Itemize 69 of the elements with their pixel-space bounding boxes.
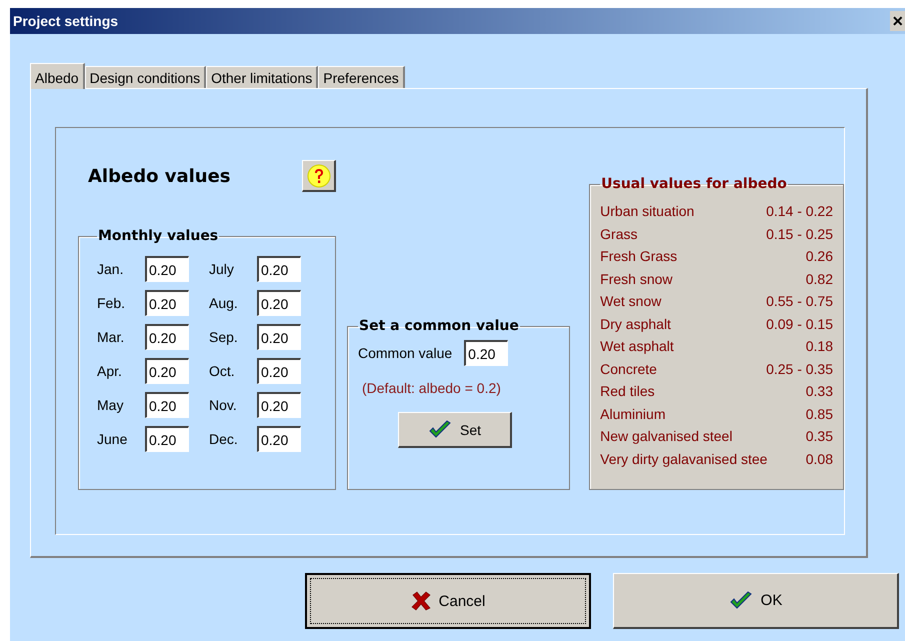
albedo-value: 0.33	[806, 383, 833, 400]
month-label: Oct.	[209, 363, 236, 379]
value-field[interactable]: 0.20	[145, 426, 189, 452]
material-name: Very dirty galavanised stee	[600, 450, 768, 467]
section-heading: Albedo values	[88, 166, 230, 186]
group-title: Set a common value	[358, 318, 520, 334]
month-label: Apr.	[97, 363, 123, 379]
albedo-value: 0.18	[806, 338, 833, 354]
albedo-value: 0.15 - 0.25	[766, 226, 833, 242]
close-button[interactable]: ×	[890, 11, 905, 31]
month-label: Mar.	[97, 329, 126, 345]
material-name: Wet asphalt	[600, 338, 674, 354]
value-field[interactable]: 0.20	[145, 358, 189, 384]
help-button[interactable]	[302, 160, 336, 192]
checkmark-icon	[728, 590, 753, 610]
value-field[interactable]: 0.20	[145, 290, 189, 316]
tab[interactable]: Design conditions	[84, 66, 206, 88]
ok-button[interactable]: OK	[613, 573, 899, 629]
cancel-button[interactable]: Cancel	[305, 573, 591, 629]
month-label: Feb.	[97, 295, 126, 311]
value-field[interactable]: 0.20	[257, 324, 301, 350]
month-label: July	[209, 261, 235, 277]
tab[interactable]: Preferences	[318, 66, 405, 88]
value-field[interactable]: 0.20	[464, 340, 508, 366]
albedo-value: 0.55 - 0.75	[766, 293, 833, 310]
albedo-value: 0.08	[806, 450, 833, 467]
cross-icon	[410, 591, 431, 611]
value-field[interactable]: 0.20	[145, 392, 189, 418]
material-name: Wet snow	[600, 293, 662, 310]
window-title: Project settings	[12, 13, 118, 29]
month-label: Nov.	[209, 397, 238, 413]
month-label: May	[97, 397, 124, 413]
albedo-value: 0.26	[806, 248, 833, 264]
value-field[interactable]: 0.20	[257, 358, 301, 384]
value-field[interactable]: 0.20	[257, 426, 301, 452]
value-field[interactable]: 0.20	[257, 392, 301, 418]
value-field[interactable]: 0.20	[145, 256, 189, 282]
albedo-value: 0.35	[806, 428, 833, 444]
value-field[interactable]: 0.20	[257, 256, 301, 282]
group-title: Usual values for albedo	[600, 176, 788, 192]
value-field[interactable]: 0.20	[257, 290, 301, 316]
question-icon	[306, 164, 330, 188]
material-name: New galvanised steel	[600, 428, 732, 444]
set-button[interactable]: Set	[398, 412, 512, 448]
material-name: Red tiles	[600, 383, 655, 400]
material-name: Aluminium	[600, 406, 666, 422]
material-name: Fresh Grass	[600, 248, 678, 264]
hint-text: (Default: albedo = 0.2)	[362, 380, 502, 396]
albedo-value: 0.85	[806, 406, 833, 422]
field-label: Common value	[358, 345, 452, 361]
material-name: Concrete	[600, 360, 657, 377]
material-name: Urban situation	[600, 203, 694, 220]
month-label: Sep.	[209, 329, 239, 345]
albedo-value: 0.82	[806, 270, 833, 287]
material-name: Dry asphalt	[600, 316, 671, 332]
value-field[interactable]: 0.20	[145, 324, 189, 350]
albedo-value: 0.09 - 0.15	[766, 316, 833, 332]
material-name: Fresh snow	[600, 270, 672, 287]
material-name: Grass	[600, 226, 638, 242]
albedo-value: 0.14 - 0.22	[766, 203, 833, 220]
group-title: Monthly values	[97, 228, 220, 244]
checkmark-icon	[428, 420, 452, 440]
month-label: Aug.	[209, 295, 239, 311]
month-label: Jan.	[97, 261, 124, 277]
albedo-value: 0.25 - 0.35	[766, 360, 833, 377]
tab[interactable]: Other limitations	[206, 66, 318, 88]
month-label: Dec.	[209, 431, 239, 447]
month-label: June	[97, 431, 128, 447]
tab[interactable]: Albedo	[30, 63, 85, 89]
